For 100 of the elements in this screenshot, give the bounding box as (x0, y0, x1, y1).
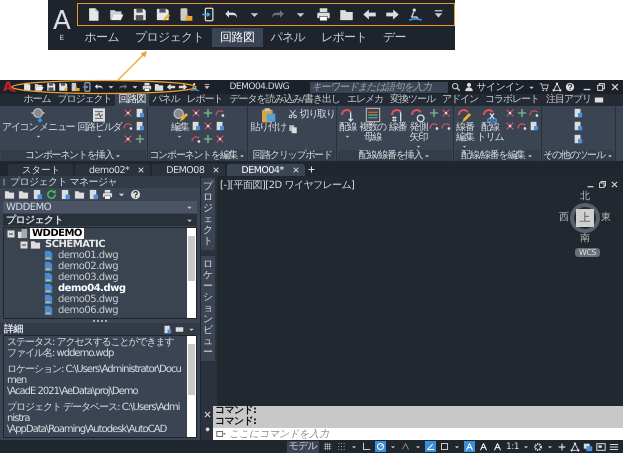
status-toggle[interactable] (439, 441, 450, 452)
status-toggle[interactable] (492, 441, 504, 452)
compass-label[interactable]: 北 (580, 192, 590, 202)
wire-number-button[interactable]: 線番 (388, 107, 408, 133)
ribbon-tab[interactable]: ホーム (20, 94, 54, 106)
restore-icon[interactable] (596, 82, 606, 92)
floppy-pencil-icon[interactable] (58, 82, 68, 92)
tree-item[interactable]: demo02.dwg (56, 261, 120, 272)
phone-folder-icon[interactable] (70, 82, 80, 92)
ribbon-tab[interactable]: 注目アプリ (542, 94, 594, 106)
restore-icon[interactable] (598, 180, 607, 189)
wire-button[interactable]: 配線 (338, 107, 358, 140)
close-icon[interactable] (202, 410, 212, 419)
folder-icon[interactable] (154, 82, 164, 92)
collapse-toggle-icon[interactable] (7, 230, 15, 238)
document-tab[interactable]: スタート (8, 164, 73, 176)
document-square-icon[interactable] (214, 121, 225, 131)
tree-item[interactable]: demo05.dwg (56, 294, 120, 305)
compass-ring[interactable] (570, 203, 600, 233)
annotation-scale[interactable]: 1:1 (506, 442, 519, 452)
triangle-nodes-icon[interactable] (552, 82, 562, 92)
ribbon-tab[interactable]: デー (375, 28, 414, 47)
crosshair-dot-icon[interactable] (429, 108, 440, 118)
cross-icon[interactable] (190, 108, 201, 118)
close-icon[interactable] (137, 166, 146, 174)
source-arrow-button[interactable]: 発側 矢印 (408, 107, 428, 150)
plus-icon[interactable] (557, 442, 567, 452)
right-arrow-icon[interactable] (178, 82, 188, 92)
compass-label[interactable]: 南 (580, 234, 590, 244)
folder-icon[interactable] (338, 7, 354, 22)
status-toggle[interactable] (425, 441, 436, 452)
status-toggle[interactable] (478, 441, 490, 452)
document-square-icon[interactable] (190, 121, 201, 131)
multi-bus-button[interactable]: 複数の 母線 (358, 107, 387, 143)
curve-dot-icon[interactable] (441, 121, 452, 131)
trim-wire-button[interactable]: 配線 トリム (476, 107, 504, 143)
document-tab[interactable]: DEMO04* (227, 164, 305, 176)
document-square-icon[interactable] (572, 108, 583, 118)
side-tab[interactable]: ロケーションビュー (201, 256, 215, 361)
paste-button[interactable]: 貼り付け (249, 107, 287, 133)
right-arrow-icon[interactable] (384, 7, 400, 22)
project-dropdown[interactable]: WDDEMO (3, 201, 197, 213)
view-dropdown[interactable]: プロジェクト (3, 214, 197, 226)
phone-arrow-icon[interactable] (200, 7, 216, 22)
user-icon[interactable] (464, 82, 474, 92)
document-square-icon[interactable] (88, 189, 99, 200)
ribbon-tab[interactable]: 回路図 (212, 28, 263, 47)
document-square-icon[interactable] (529, 121, 540, 131)
copy-icon[interactable] (288, 124, 298, 134)
close-icon[interactable] (212, 166, 220, 174)
figure-icon[interactable] (190, 82, 200, 92)
ribbon-tab[interactable]: レポート (313, 28, 376, 47)
cart-icon[interactable] (539, 82, 549, 92)
phone-folder-icon[interactable] (178, 7, 193, 22)
curve-dot-icon[interactable] (190, 134, 201, 144)
printer-icon[interactable] (142, 82, 152, 92)
ribbon-tab[interactable]: プロジェクト (54, 94, 115, 106)
printer-icon[interactable] (102, 189, 113, 200)
curve-dot-icon[interactable] (529, 108, 540, 118)
left-arrow-icon[interactable] (166, 82, 176, 92)
document-square-icon[interactable] (135, 121, 146, 131)
crosshair-dot-icon[interactable] (135, 134, 146, 144)
curve-dot-icon[interactable] (214, 108, 225, 118)
tree-item[interactable]: WDDEMO (30, 228, 84, 239)
search-icon[interactable] (450, 82, 460, 92)
gear-icon[interactable] (533, 442, 543, 452)
ribbon-tab[interactable]: ホーム (76, 28, 128, 47)
close-icon[interactable] (610, 180, 619, 189)
model-tab[interactable]: モデル (286, 440, 320, 452)
curve-dot-icon[interactable] (429, 121, 440, 131)
search-field[interactable]: キーワードまたは語句を入力 (310, 82, 448, 92)
ribbon-tab[interactable]: パネル (262, 28, 314, 47)
left-arrow-icon[interactable] (362, 7, 377, 22)
wire-number-edit-button[interactable]: 線番 編集 (455, 107, 475, 150)
panel-icon[interactable] (175, 324, 184, 334)
document-square-icon[interactable] (135, 108, 146, 118)
cut-button[interactable]: 切り取り (288, 107, 335, 121)
command-icon[interactable] (216, 429, 226, 439)
cross-icon[interactable] (202, 121, 213, 131)
scrollbar[interactable] (187, 336, 196, 437)
document-tab[interactable]: demo02* (75, 164, 150, 176)
status-toggle[interactable] (375, 441, 386, 452)
status-toggle[interactable] (464, 441, 476, 452)
side-tab[interactable]: プロジェクト (201, 178, 215, 250)
cross-icon[interactable] (123, 108, 134, 118)
figure-icon[interactable] (408, 7, 423, 22)
ribbon-tab[interactable]: 変換ツール (386, 94, 438, 106)
crosshair-dot-icon[interactable] (202, 134, 213, 144)
status-toggle[interactable] (322, 441, 334, 452)
printer-icon[interactable] (316, 7, 331, 22)
cross-icon[interactable] (441, 108, 452, 118)
tree-item[interactable]: demo06.dwg (56, 305, 120, 316)
tree-item[interactable]: demo01.dwg (56, 250, 120, 261)
ribbon-tab[interactable]: コラボレート (481, 94, 542, 106)
cross-icon[interactable] (505, 108, 516, 118)
open-folder-icon[interactable] (34, 82, 44, 92)
document-square-icon[interactable] (163, 324, 172, 334)
close-icon[interactable] (610, 82, 620, 92)
compass-label[interactable]: 西 (559, 213, 569, 223)
refresh-icon[interactable] (46, 189, 57, 200)
